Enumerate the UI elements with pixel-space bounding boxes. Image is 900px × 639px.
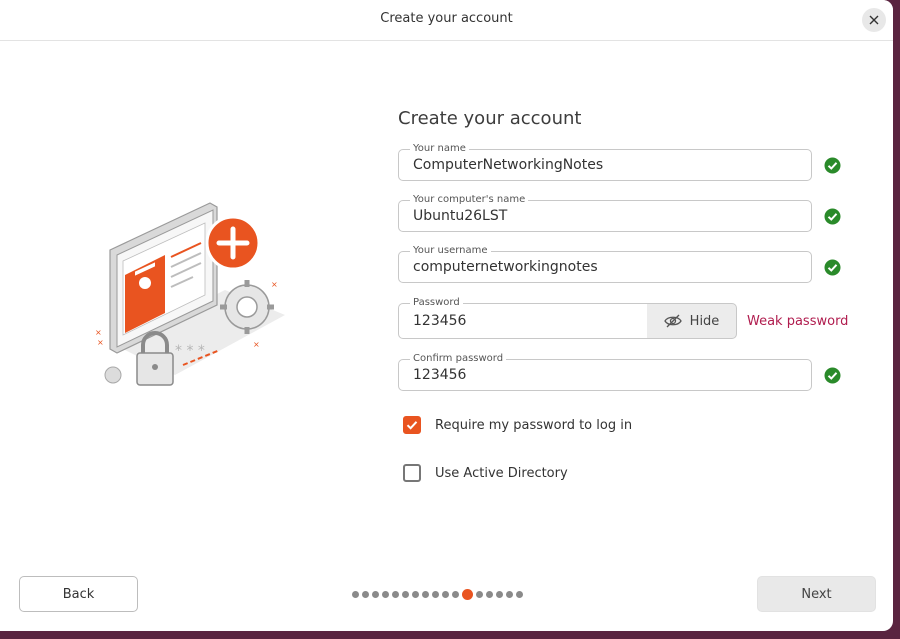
- back-label: Back: [62, 586, 95, 602]
- username-value: computernetworkingnotes: [413, 259, 598, 275]
- name-label: Your name: [410, 142, 469, 156]
- svg-text:×: ×: [97, 338, 104, 347]
- window-title: Create your account: [380, 11, 513, 26]
- step-dot: [486, 590, 493, 598]
- checkmark-icon: [406, 421, 418, 430]
- installer-window: Create your account * * * × × × × Create…: [0, 0, 893, 631]
- title-bar: Create your account: [0, 0, 893, 41]
- username-field[interactable]: Your username computernetworkingnotes: [398, 244, 812, 283]
- step-dot: [496, 590, 503, 598]
- check-icon: [824, 208, 841, 225]
- step-dot: [442, 590, 449, 598]
- step-dot: [452, 590, 459, 598]
- step-dot: [362, 590, 369, 598]
- require-password-label[interactable]: Require my password to log in: [435, 418, 632, 433]
- password-label: Password: [410, 296, 463, 310]
- step-dot: [412, 590, 419, 598]
- computer-name-value: Ubuntu26LST: [413, 208, 508, 224]
- account-illustration: * * * × × × ×: [95, 202, 285, 386]
- require-password-checkbox[interactable]: [403, 416, 421, 434]
- step-dot-active: [462, 588, 473, 600]
- active-directory-label[interactable]: Use Active Directory: [435, 466, 568, 481]
- username-label: Your username: [410, 244, 491, 258]
- eye-hidden-icon: [663, 314, 682, 328]
- step-dot: [506, 590, 513, 598]
- name-value: ComputerNetworkingNotes: [413, 157, 604, 173]
- password-field[interactable]: Password 123456: [398, 296, 648, 339]
- confirm-password-field[interactable]: Confirm password 123456: [398, 352, 812, 391]
- hide-password-button[interactable]: Hide: [647, 303, 737, 339]
- step-dot: [392, 590, 399, 598]
- form-heading: Create your account: [398, 108, 582, 129]
- active-directory-checkbox[interactable]: [403, 464, 421, 482]
- next-label: Next: [801, 586, 832, 602]
- check-icon: [824, 367, 841, 384]
- step-dot: [422, 590, 429, 598]
- check-icon: [824, 157, 841, 174]
- svg-text:* * *: * * *: [175, 343, 205, 359]
- step-dot: [402, 590, 409, 598]
- step-dot: [476, 590, 483, 598]
- next-button[interactable]: Next: [757, 576, 876, 612]
- step-dot: [432, 590, 439, 598]
- check-icon: [824, 259, 841, 276]
- step-dot: [352, 590, 359, 598]
- step-dot: [382, 590, 389, 598]
- hide-label: Hide: [689, 313, 720, 329]
- close-icon: [869, 15, 879, 25]
- svg-text:×: ×: [253, 340, 260, 349]
- back-button[interactable]: Back: [19, 576, 138, 612]
- computer-name-field[interactable]: Your computer's name Ubuntu26LST: [398, 193, 812, 232]
- password-strength: Weak password: [747, 314, 849, 329]
- step-indicator: [352, 588, 523, 600]
- close-button[interactable]: [862, 8, 886, 32]
- password-value: 123456: [413, 313, 467, 329]
- svg-text:×: ×: [271, 280, 278, 289]
- name-field[interactable]: Your name ComputerNetworkingNotes: [398, 142, 812, 181]
- computer-name-label: Your computer's name: [410, 193, 529, 207]
- step-dot: [516, 590, 523, 598]
- step-dot: [372, 590, 379, 598]
- confirm-password-label: Confirm password: [410, 352, 507, 366]
- confirm-password-value: 123456: [413, 367, 467, 383]
- svg-text:×: ×: [95, 328, 102, 337]
